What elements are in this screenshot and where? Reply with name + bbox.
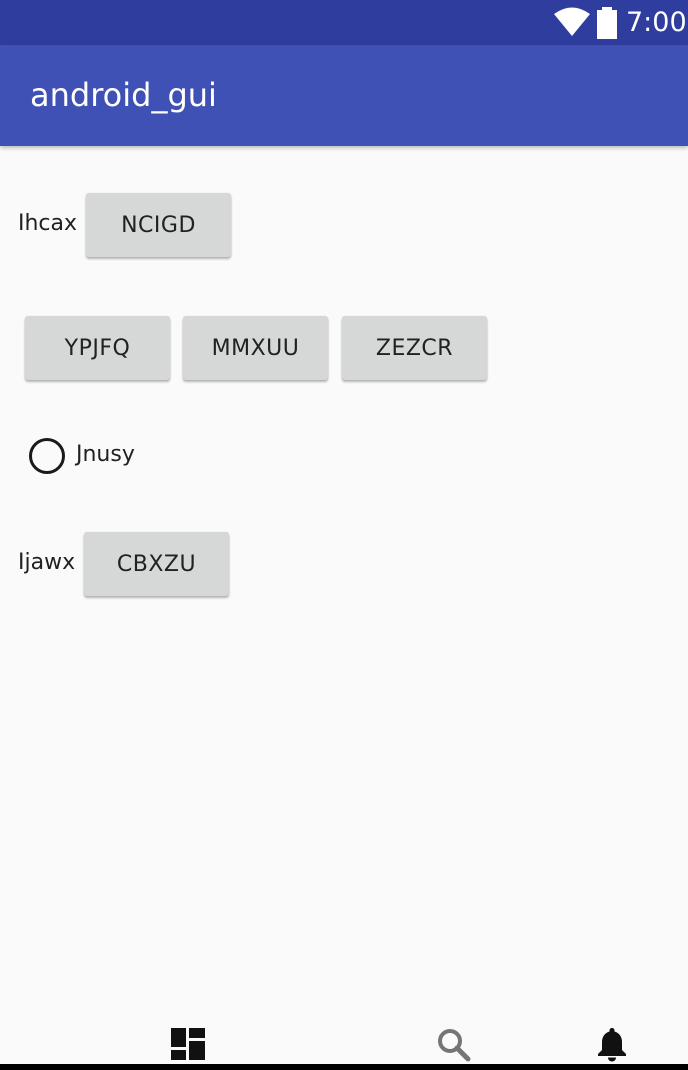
app-title: android_gui — [30, 76, 217, 114]
mmxuu-button[interactable]: MMXUU — [183, 316, 328, 380]
ypjfq-button[interactable]: YPJFQ — [25, 316, 170, 380]
screen: 7:00 android_gui Ihcax NCIGD YPJFQ MMXUU… — [0, 0, 688, 1070]
search-icon[interactable] — [437, 1028, 471, 1062]
label-ihcax: Ihcax — [18, 211, 78, 236]
bell-icon[interactable] — [596, 1026, 628, 1062]
zezcr-button[interactable]: ZEZCR — [342, 316, 487, 380]
app-bar: android_gui — [0, 45, 688, 146]
battery-icon — [597, 7, 617, 39]
system-nav-bar-edge — [0, 1064, 688, 1070]
ncigd-button[interactable]: NCIGD — [86, 193, 231, 257]
radio-label: Jnusy — [76, 442, 135, 467]
label-ijawx: Ijawx — [18, 550, 76, 575]
wifi-icon — [554, 7, 590, 36]
dashboard-icon[interactable] — [171, 1028, 205, 1060]
cbxzu-button[interactable]: CBXZU — [84, 532, 229, 596]
status-time: 7:00 — [626, 7, 687, 38]
radio-circle-icon[interactable] — [29, 438, 65, 474]
bottom-navigation — [0, 1018, 688, 1070]
radio-jnusy[interactable]: Jnusy — [29, 437, 229, 475]
status-bar: 7:00 — [0, 0, 688, 45]
